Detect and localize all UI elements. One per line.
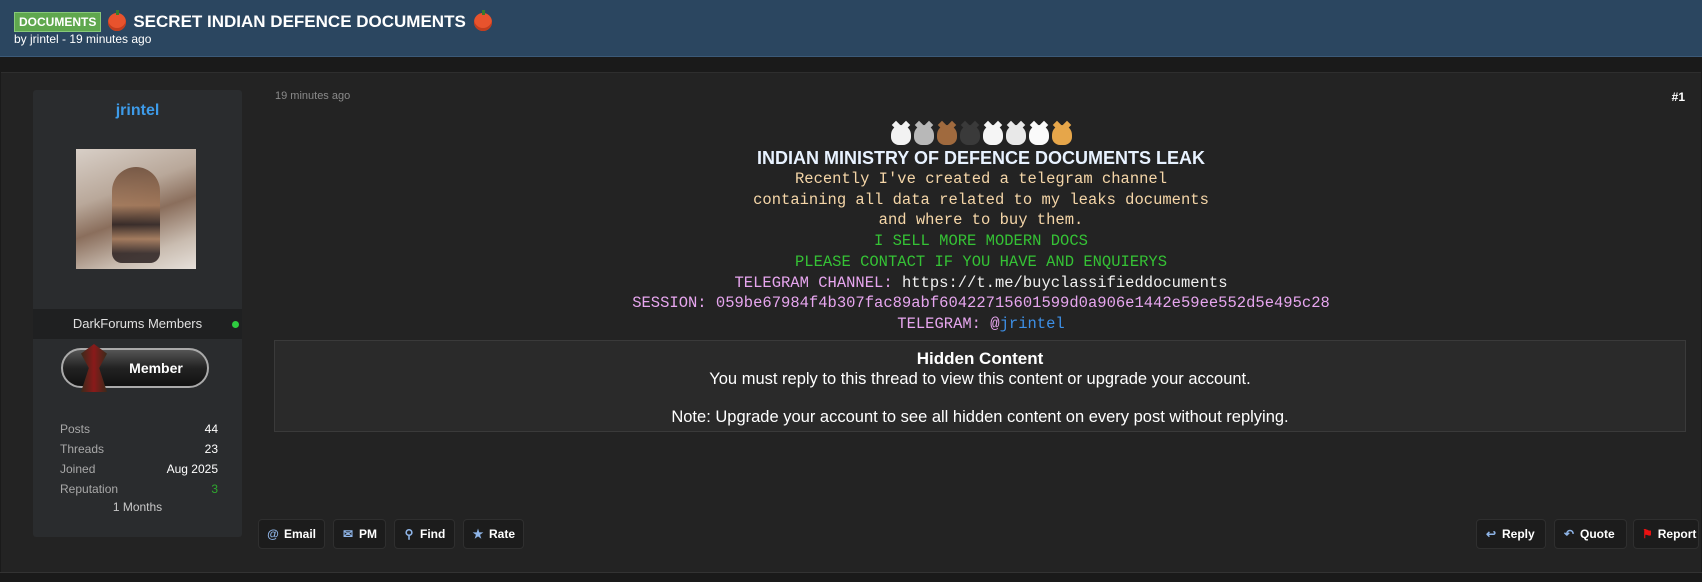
author-panel: jrintel DarkForums Members Member Posts … <box>33 90 242 537</box>
thread-title: SECRET INDIAN DEFENCE DOCUMENTS <box>133 12 466 31</box>
quote-label: Quote <box>1580 527 1615 541</box>
cat-emoji-icon <box>913 125 934 145</box>
post-timestamp: 19 minutes ago <box>275 90 351 102</box>
telegram-mention-link[interactable]: jrintel <box>1000 315 1065 333</box>
pumpkin-icon <box>108 10 127 31</box>
reply-button[interactable]: ↩ Reply <box>1476 519 1546 549</box>
author-group: DarkForums Members <box>72 316 203 331</box>
post-sell-line: PLEASE CONTACT IF YOU HAVE AND ENQUIERYS <box>794 252 1168 271</box>
author-username[interactable]: jrintel <box>33 102 242 120</box>
pm-label: PM <box>359 527 377 541</box>
thread-prefix-badge[interactable]: DOCUMENTS <box>14 12 102 32</box>
stat-label: Posts <box>60 422 91 436</box>
stat-value[interactable]: 3 <box>211 482 218 502</box>
author-stats: Posts 44 Threads 23 Joined Aug 2025 Repu… <box>60 422 218 502</box>
hidden-content-message: You must reply to this thread to view th… <box>709 370 1251 388</box>
avatar[interactable] <box>76 149 196 269</box>
search-icon: ⚲ <box>404 527 414 541</box>
cat-emoji-icon <box>936 125 957 145</box>
hidden-content-box: Hidden Content You must reply to this th… <box>274 340 1686 432</box>
telegram-label: TELEGRAM: <box>897 314 991 333</box>
stat-label: Reputation <box>60 482 119 496</box>
thread-title-row: DOCUMENTS SECRET INDIAN DEFENCE DOCUMENT… <box>14 10 492 33</box>
thread-byline: by jrintel - 19 minutes ago <box>14 32 152 46</box>
pm-button[interactable]: ✉ PM <box>333 519 386 549</box>
telegram-at: @ <box>990 314 1000 333</box>
post-line: Recently I've created a telegram channel <box>794 170 1168 188</box>
envelope-icon: ✉ <box>342 527 354 541</box>
cat-emoji-icon <box>890 125 911 145</box>
report-label: Report <box>1657 527 1697 541</box>
cat-emoji-icon <box>1028 125 1049 145</box>
stat-label: Joined <box>60 462 96 476</box>
membership-duration: 1 Months <box>112 500 163 514</box>
hidden-content-title: Hidden Content <box>916 349 1044 368</box>
post-container: jrintel DarkForums Members Member Posts … <box>1 72 1701 573</box>
rank-emblem-icon <box>81 344 107 392</box>
reply-all-icon: ↶ <box>1563 527 1575 541</box>
flag-icon: ⚑ <box>1642 527 1653 541</box>
author-group-row: DarkForums Members <box>33 309 242 339</box>
rate-label: Rate <box>488 527 515 541</box>
avatar-figure <box>112 167 160 263</box>
cat-emoji-icon <box>1005 125 1026 145</box>
post-heading: INDIAN MINISTRY OF DEFENCE DOCUMENTS LEA… <box>756 148 1205 168</box>
stat-joined: Joined Aug 2025 <box>60 462 218 482</box>
member-badge-label: Member <box>129 360 183 376</box>
online-status-icon <box>232 321 239 328</box>
email-button[interactable]: @ Email <box>258 519 325 549</box>
cat-emoji-icon <box>959 125 980 145</box>
telegram-line: TELEGRAM: @jrintel <box>275 314 1687 335</box>
post-number[interactable]: #1 <box>1672 90 1685 104</box>
telegram-channel-line: TELEGRAM CHANNEL: https://t.me/buyclassi… <box>275 273 1687 294</box>
post-line: and where to buy them. <box>878 211 1084 230</box>
email-label: Email <box>283 527 316 541</box>
reply-arrow-icon: ↩ <box>1485 527 1497 541</box>
channel-url: https://t.me/buyclassifieddocuments <box>901 273 1228 292</box>
cat-emoji-icon <box>1051 125 1072 145</box>
stat-value[interactable]: 23 <box>205 442 218 462</box>
star-icon: ★ <box>472 527 484 541</box>
hidden-content-note: Note: Upgrade your account to see all hi… <box>671 408 1289 426</box>
find-label: Find <box>420 527 446 541</box>
stat-value[interactable]: 44 <box>205 422 218 442</box>
post-line: containing all data related to my leaks … <box>753 190 1209 209</box>
find-button[interactable]: ⚲ Find <box>394 519 455 549</box>
reply-label: Reply <box>1502 527 1535 541</box>
pumpkin-icon <box>473 10 492 31</box>
stat-value: Aug 2025 <box>166 462 218 476</box>
rate-button[interactable]: ★ Rate <box>463 519 524 549</box>
stat-threads: Threads 23 <box>60 442 218 462</box>
cat-emoji-row <box>275 125 1687 147</box>
session-line: SESSION: 059be67984f4b307fac89abf6042271… <box>632 294 1330 313</box>
cat-emoji-icon <box>982 125 1003 145</box>
channel-label: TELEGRAM CHANNEL: <box>734 273 902 292</box>
stat-label: Threads <box>60 442 105 456</box>
member-rank-badge: Member <box>61 344 209 392</box>
post-sell-line: I SELL MORE MODERN DOCS <box>874 232 1088 251</box>
stat-reputation: Reputation 3 <box>60 482 218 502</box>
thread-header: DOCUMENTS SECRET INDIAN DEFENCE DOCUMENT… <box>0 0 1702 57</box>
at-icon: @ <box>267 527 279 541</box>
quote-button[interactable]: ↶ Quote <box>1554 519 1627 549</box>
post-body: INDIAN MINISTRY OF DEFENCE DOCUMENTS LEA… <box>275 125 1687 335</box>
stat-posts: Posts 44 <box>60 422 218 442</box>
report-button[interactable]: ⚑ Report <box>1633 519 1699 549</box>
